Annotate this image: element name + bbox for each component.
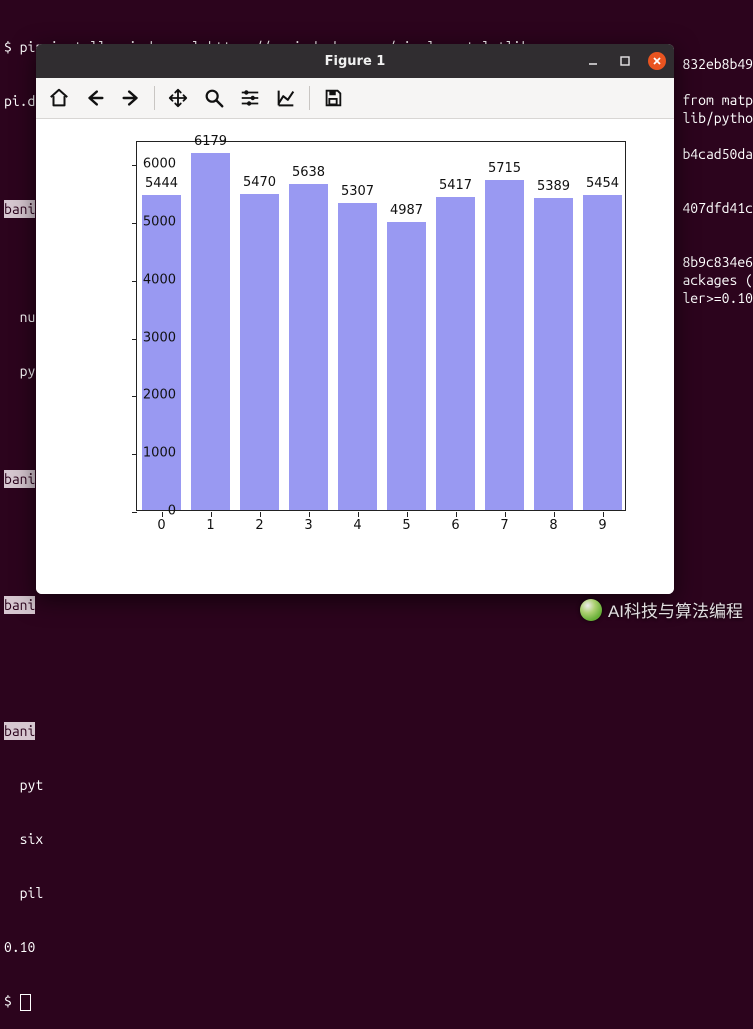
bar-value-label: 5389 [537, 179, 570, 194]
wechat-icon [580, 599, 602, 621]
xtick-label: 0 [157, 518, 165, 533]
terminal-prompt: bani [4, 722, 35, 740]
xtick-mark [554, 512, 555, 517]
bar [142, 195, 180, 510]
toolbar-separator [309, 86, 310, 110]
xtick-label: 7 [500, 518, 508, 533]
xtick-label: 6 [451, 518, 459, 533]
home-icon [48, 87, 70, 109]
back-button[interactable] [78, 81, 112, 115]
bar-value-label: 5470 [243, 175, 276, 190]
bar-value-label: 4987 [390, 203, 423, 218]
back-icon [84, 87, 106, 109]
ytick-label: 0 [126, 504, 176, 519]
xtick-label: 3 [304, 518, 312, 533]
bar [534, 198, 572, 510]
terminal-fragment: from matp [682, 92, 753, 108]
bar-value-label: 5454 [586, 176, 619, 191]
xtick-label: 8 [549, 518, 557, 533]
ytick-label: 6000 [126, 157, 176, 172]
window-title: Figure 1 [36, 54, 674, 69]
xtick-mark [407, 512, 408, 517]
home-button[interactable] [42, 81, 76, 115]
pan-button[interactable] [161, 81, 195, 115]
bar [436, 197, 474, 510]
forward-icon [120, 87, 142, 109]
terminal-fragment: ackages ( [682, 272, 753, 288]
subplots-icon [239, 87, 261, 109]
chart-axes: 5444061791547025638353074498755417657157… [136, 141, 626, 511]
window-controls [584, 44, 670, 78]
bar [338, 203, 376, 510]
minimize-button[interactable] [584, 52, 602, 70]
terminal-line: pyt [4, 776, 749, 794]
ytick-label: 5000 [126, 214, 176, 229]
terminal-prompt: bani [4, 470, 35, 488]
matplotlib-toolbar [36, 78, 674, 119]
save-button[interactable] [316, 81, 350, 115]
bar [289, 184, 327, 510]
terminal-cursor [20, 994, 31, 1011]
xtick-label: 5 [402, 518, 410, 533]
terminal-fragment: 8b9c834e6 [682, 254, 753, 270]
xtick-mark [309, 512, 310, 517]
terminal-fragment: 832eb8b49 [682, 56, 753, 72]
maximize-button[interactable] [616, 52, 634, 70]
toolbar-separator [154, 86, 155, 110]
terminal-line: 0.10 [4, 938, 749, 956]
subplots-button[interactable] [233, 81, 267, 115]
bar-value-label: 5715 [488, 161, 521, 176]
bar-value-label: 5417 [439, 178, 472, 193]
xtick-mark [505, 512, 506, 517]
bar [191, 153, 229, 510]
terminal-fragment: 407dfd41c [682, 200, 753, 216]
forward-button[interactable] [114, 81, 148, 115]
xtick-mark [211, 512, 212, 517]
xtick-label: 9 [598, 518, 606, 533]
xtick-label: 1 [206, 518, 214, 533]
xtick-label: 4 [353, 518, 361, 533]
bar-value-label: 5307 [341, 184, 374, 199]
terminal-fragment: b4cad50da [682, 146, 753, 162]
terminal-line: pil [4, 884, 749, 902]
zoom-button[interactable] [197, 81, 231, 115]
plot-area[interactable]: 5444 0 6179 1 5470 2 5638 3 5307 4 4987 5 5417 6 5715 7… [36, 119, 674, 594]
watermark: AI科技与算法编程 [580, 597, 743, 622]
terminal-prompt: bani [4, 596, 35, 614]
bar [583, 195, 621, 510]
terminal-line: $ [4, 993, 20, 1009]
watermark-text: AI科技与算法编程 [608, 597, 743, 622]
zoom-icon [203, 87, 225, 109]
maximize-icon [619, 55, 631, 67]
terminal-line: six [4, 830, 749, 848]
bar [387, 222, 425, 510]
terminal-prompt: bani [4, 200, 35, 218]
bar-value-label: 5444 [145, 176, 178, 191]
bar [485, 180, 523, 510]
xtick-mark [358, 512, 359, 517]
window-titlebar[interactable]: Figure 1 [36, 44, 674, 78]
bar [240, 194, 278, 510]
pan-icon [167, 87, 189, 109]
xtick-mark [456, 512, 457, 517]
axis-edit-icon [275, 87, 297, 109]
axis-edit-button[interactable] [269, 81, 303, 115]
minimize-icon [587, 55, 599, 67]
figure-window: Figure 1 [36, 44, 674, 594]
xtick-mark [603, 512, 604, 517]
save-icon [322, 87, 344, 109]
ytick-label: 2000 [126, 388, 176, 403]
terminal-fragment: ler>=0.10 [682, 290, 753, 306]
ytick-label: 1000 [126, 446, 176, 461]
close-icon [651, 55, 663, 67]
close-button[interactable] [648, 52, 666, 70]
terminal-fragment: lib/pytho [682, 110, 753, 126]
bar-value-label: 6179 [194, 134, 227, 149]
xtick-label: 2 [255, 518, 263, 533]
bar-value-label: 5638 [292, 165, 325, 180]
xtick-mark [260, 512, 261, 517]
ytick-label: 3000 [126, 330, 176, 345]
ytick-label: 4000 [126, 272, 176, 287]
